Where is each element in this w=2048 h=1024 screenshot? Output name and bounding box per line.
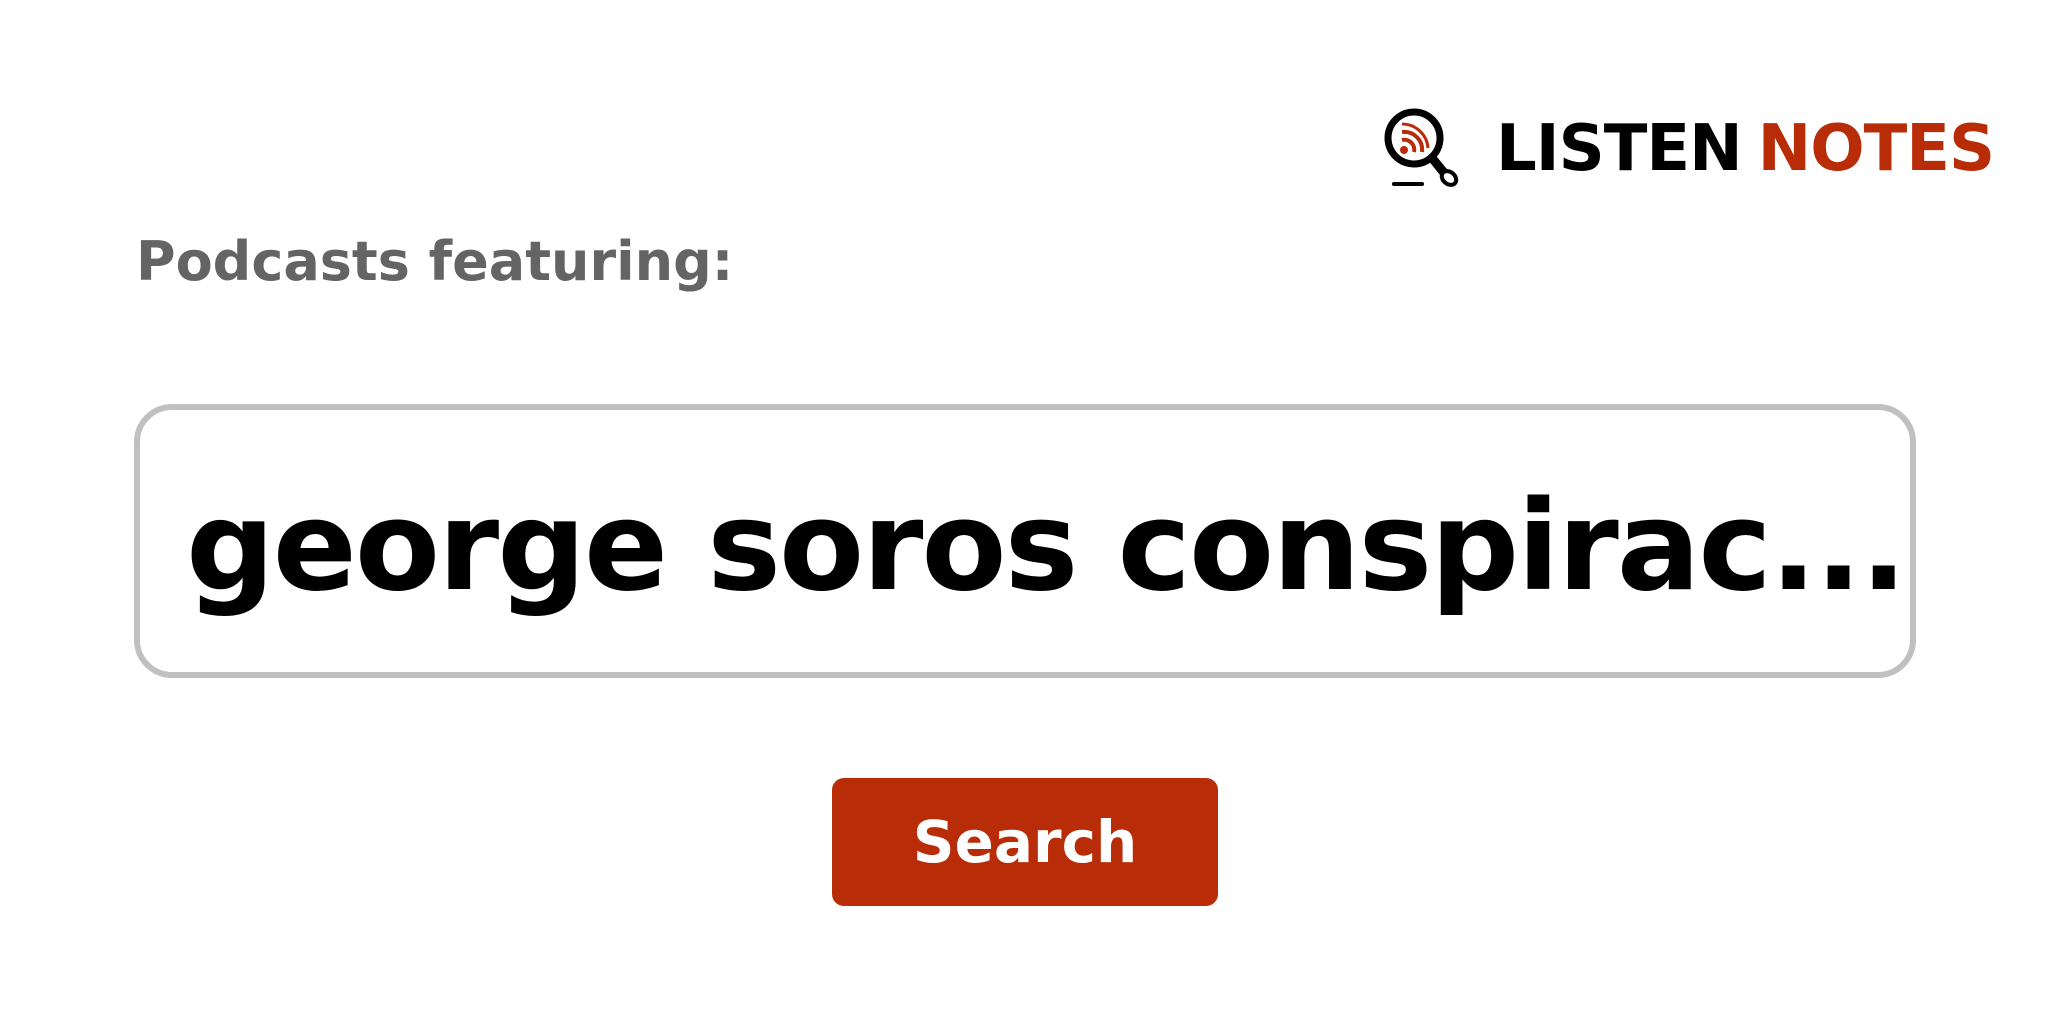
- query-text: george soros conspirac...: [186, 475, 1907, 619]
- podcast-search-icon: [1384, 108, 1459, 187]
- page-heading: Podcasts featuring:: [136, 230, 734, 293]
- search-button[interactable]: Search: [832, 778, 1218, 906]
- listen-notes-logo[interactable]: LISTEN NOTES: [1382, 104, 1995, 194]
- query-display-box: george soros conspirac...: [134, 404, 1916, 678]
- page: LISTEN NOTES Podcasts featuring: george s…: [0, 0, 2048, 1024]
- brand-word-notes: NOTES: [1757, 112, 1995, 186]
- brand-word-listen: LISTEN: [1496, 112, 1743, 186]
- brand-wordmark: LISTEN NOTES: [1496, 117, 1995, 181]
